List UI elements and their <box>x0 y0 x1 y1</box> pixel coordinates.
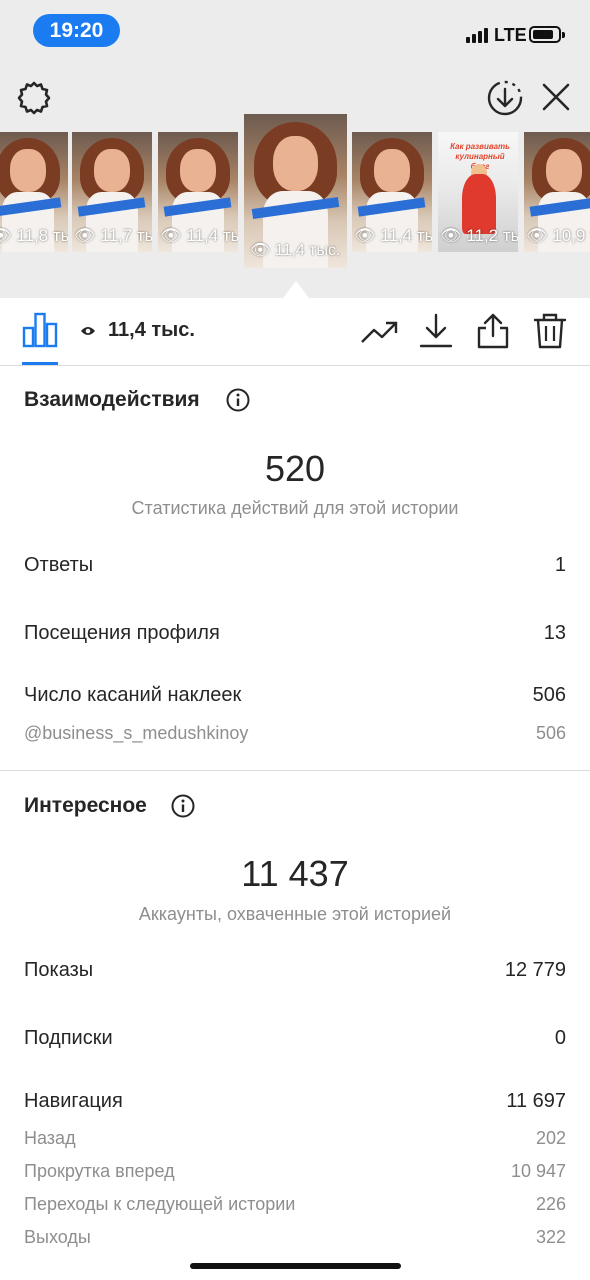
info-icon[interactable] <box>171 794 195 818</box>
next-story-label: Переходы к следующей истории <box>24 1194 296 1214</box>
story-thumbnail[interactable]: Как развивать кулинарный блог 👁 11,2 тыс… <box>438 132 518 252</box>
thumbnail-views: 👁 11,4 тыс. <box>354 226 432 245</box>
section-divider <box>0 770 590 771</box>
replies-label: Ответы <box>24 554 94 576</box>
download-icon[interactable] <box>417 312 455 350</box>
battery-icon <box>529 26 565 43</box>
navigation-label: Навигация <box>24 1090 123 1112</box>
impressions-value: 12 779 <box>504 959 566 981</box>
views-count: 11,4 тыс. <box>108 319 195 341</box>
download-circle-icon[interactable] <box>486 79 524 117</box>
exits-value: 322 <box>535 1227 566 1247</box>
forward-label: Прокрутка вперед <box>24 1161 175 1181</box>
profile-visits-value: 13 <box>543 622 566 644</box>
insights-toolbar: 11,4 тыс. <box>0 298 590 366</box>
eye-icon <box>80 324 96 336</box>
share-icon[interactable] <box>474 312 512 350</box>
back-label: Назад <box>24 1128 76 1148</box>
replies-value: 1 <box>554 554 566 576</box>
close-icon[interactable] <box>541 82 571 112</box>
sticker-taps-value: 506 <box>532 684 566 706</box>
thumbnail-views: 👁 11,7 тыс. <box>74 226 152 245</box>
interactions-total: 520 <box>264 448 326 489</box>
story-thumbnail[interactable]: 👁 11,7 тыс. <box>72 132 152 252</box>
navigation-value: 11 697 <box>506 1090 566 1112</box>
thumbnail-views: 👁 11,4 тыс. <box>160 226 238 245</box>
active-tab-indicator <box>22 362 58 365</box>
follows-value: 0 <box>554 1027 566 1049</box>
back-value: 202 <box>535 1128 566 1148</box>
reach-caption: Аккаунты, охваченные этой историей <box>138 904 452 924</box>
story-thumbnail[interactable]: 👁 10,9 тыс. <box>524 132 590 252</box>
status-bar: 19:20 LTE <box>0 0 590 64</box>
thumbnail-views: 👁 11,4 тыс. <box>250 242 341 259</box>
interactions-title: Взаимодействия <box>24 388 200 411</box>
trend-icon[interactable] <box>360 312 398 350</box>
trash-icon[interactable] <box>531 312 569 350</box>
thumbnail-views: 👁 11,2 тыс. <box>440 226 518 245</box>
thumbnail-views: 👁 11,8 тыс. <box>0 226 68 245</box>
info-icon[interactable] <box>226 388 250 412</box>
interactions-caption: Статистика действий для этой истории <box>131 498 459 518</box>
sticker-account-label[interactable]: @business_s_medushkinoy <box>24 723 248 744</box>
sticker-taps-label: Число касаний наклеек <box>24 684 242 706</box>
network-label: LTE <box>494 25 527 45</box>
status-time: 19:20 <box>33 14 120 47</box>
story-thumbnails: 👁 11,8 тыс. 👁 11,7 тыс. 👁 11,4 тыс. 👁 11… <box>0 114 590 270</box>
story-thumbnail[interactable]: 👁 11,4 тыс. <box>352 132 432 252</box>
story-thumbnail[interactable]: 👁 11,4 тыс. <box>158 132 238 252</box>
gear-icon[interactable] <box>16 80 52 116</box>
story-thumbnail[interactable]: 👁 11,8 тыс. <box>0 132 68 252</box>
forward-value: 10 947 <box>510 1161 566 1181</box>
discovery-title: Интересное <box>24 794 147 817</box>
sticker-account-value: 506 <box>535 723 566 743</box>
impressions-label: Показы <box>24 959 94 981</box>
signal-icon <box>466 27 490 43</box>
home-indicator[interactable] <box>190 1263 401 1269</box>
exits-label: Выходы <box>24 1227 91 1247</box>
thumbnail-views: 👁 10,9 тыс. <box>526 226 590 245</box>
profile-visits-label: Посещения профиля <box>24 622 220 644</box>
reach-total: 11 437 <box>241 853 349 894</box>
follows-label: Подписки <box>24 1027 113 1049</box>
next-story-value: 226 <box>535 1194 566 1214</box>
story-thumbnail-selected[interactable]: 👁 11,4 тыс. <box>244 114 347 268</box>
selected-pointer <box>283 281 309 298</box>
bar-chart-icon[interactable] <box>22 312 58 348</box>
